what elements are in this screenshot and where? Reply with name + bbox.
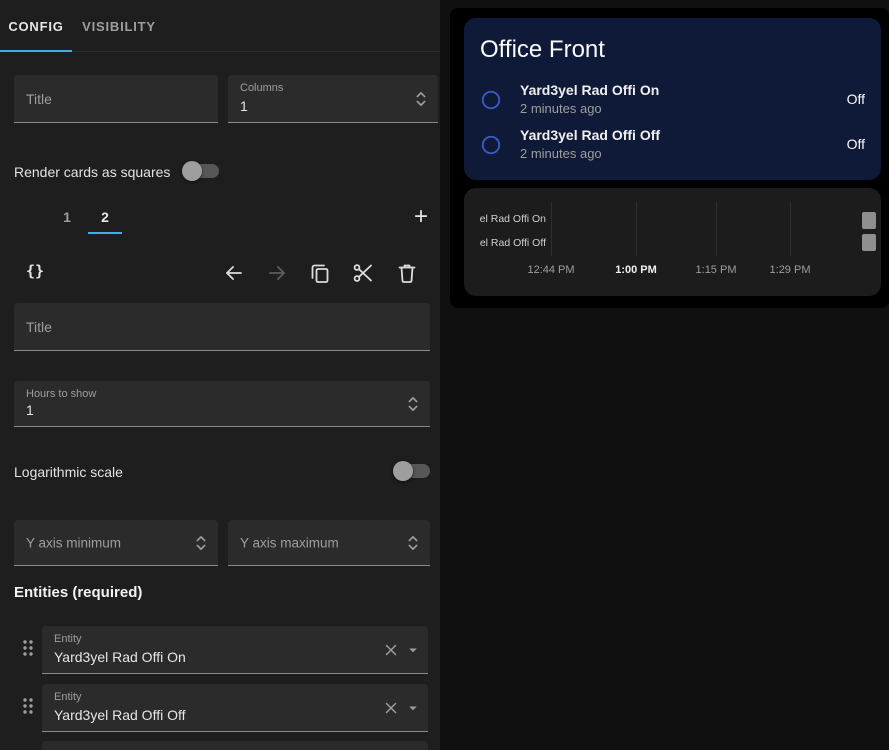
card-preview-panel: Office Front Yard3yel Rad Offi On 2 minu… <box>450 8 889 308</box>
entity-value: Yard3yel Rad Offi On <box>54 649 186 665</box>
tab-config[interactable]: CONFIG <box>0 0 72 52</box>
squares-toggle-thumb <box>182 161 202 181</box>
squares-toggle[interactable] <box>185 164 219 178</box>
entity-row[interactable]: Yard3yel Rad Offi Off 2 minutes ago Off <box>464 123 881 168</box>
columns-select[interactable]: Columns 1 <box>228 75 438 123</box>
history-graph-card-preview: el Rad Offi On el Rad Offi Off 12:44 PM … <box>464 188 881 296</box>
cut-scissors-icon[interactable] <box>351 261 375 285</box>
state-segment-bar <box>862 234 876 251</box>
unfold-more-icon[interactable] <box>410 88 432 110</box>
squares-toggle-label: Render cards as squares <box>14 164 170 180</box>
time-axis-label: 12:44 PM <box>527 264 574 276</box>
y-axis-max-label: Y axis maximum <box>240 535 339 550</box>
hours-to-show-select[interactable]: Hours to show 1 <box>14 381 430 427</box>
caret-down-icon[interactable] <box>404 641 422 659</box>
columns-value: 1 <box>240 98 248 114</box>
entity-row[interactable]: Yard3yel Rad Offi On 2 minutes ago Off <box>464 78 881 123</box>
card-tab-1-label: 1 <box>63 209 71 225</box>
entity-name: Yard3yel Rad Offi Off <box>520 127 660 143</box>
columns-label: Columns <box>240 82 283 94</box>
radio-button-unchecked-icon[interactable] <box>480 89 502 111</box>
grid-line <box>551 202 552 256</box>
grid-line <box>636 202 637 256</box>
entity-picker[interactable]: Entity Yard3yel Rad Offi On <box>42 626 428 674</box>
tab-visibility[interactable]: VISIBILITY <box>72 0 166 52</box>
card-title-input[interactable] <box>14 303 430 350</box>
stack-title-input[interactable] <box>14 75 218 122</box>
entities-card-preview: Office Front Yard3yel Rad Offi On 2 minu… <box>464 18 881 180</box>
card-tab-2[interactable]: 2 <box>88 200 122 234</box>
tab-config-underline <box>0 50 72 52</box>
plus-icon: + <box>414 203 428 230</box>
card-title-field[interactable] <box>14 303 430 351</box>
hours-value: 1 <box>26 402 34 418</box>
delete-trash-icon[interactable] <box>395 261 419 285</box>
radio-button-unchecked-icon[interactable] <box>480 134 502 156</box>
config-panel: CONFIG VISIBILITY Columns 1 Render cards… <box>0 0 440 750</box>
time-axis-label: 1:00 PM <box>615 264 657 276</box>
code-editor-button[interactable]: {} <box>26 262 44 280</box>
caret-down-icon[interactable] <box>404 699 422 717</box>
entity-last-changed: 2 minutes ago <box>520 146 602 161</box>
entities-heading: Entities (required) <box>14 584 142 601</box>
card-tab-1[interactable]: 1 <box>50 200 84 234</box>
log-scale-toggle[interactable] <box>396 464 430 478</box>
tab-visibility-label: VISIBILITY <box>82 19 156 34</box>
card-tab-2-underline <box>88 232 122 234</box>
copy-icon[interactable] <box>308 261 332 285</box>
entity-state[interactable]: Off <box>847 91 865 107</box>
unfold-more-icon[interactable] <box>402 532 424 554</box>
entity-picker[interactable]: Entity Yard3yel Rad Offi Off <box>42 684 428 732</box>
log-scale-label: Logarithmic scale <box>14 464 123 480</box>
entity-last-changed: 2 minutes ago <box>520 101 602 116</box>
grid-line <box>790 202 791 256</box>
tab-config-label: CONFIG <box>8 19 63 34</box>
entity-label: Entity <box>54 633 82 645</box>
grid-line <box>716 202 717 256</box>
card-title: Office Front <box>480 36 605 64</box>
add-card-tab-button[interactable]: + <box>414 203 428 231</box>
unfold-more-icon[interactable] <box>190 532 212 554</box>
stack-title-field[interactable] <box>14 75 218 123</box>
curly-braces-icon: {} <box>26 262 44 280</box>
hours-label: Hours to show <box>26 388 96 400</box>
undo-arrow-icon[interactable] <box>222 261 246 285</box>
entity-state[interactable]: Off <box>847 136 865 152</box>
card-editor-screen: CONFIG VISIBILITY Columns 1 Render cards… <box>0 0 889 750</box>
next-field-peek <box>42 741 428 750</box>
clear-x-icon[interactable] <box>382 641 400 659</box>
entity-label: Entity <box>54 691 82 703</box>
card-tab-2-label: 2 <box>101 209 109 225</box>
state-segment-bar <box>862 212 876 229</box>
time-axis-label: 1:29 PM <box>770 264 811 276</box>
time-axis-label: 1:15 PM <box>696 264 737 276</box>
drag-handle-icon[interactable] <box>16 636 40 660</box>
clear-x-icon[interactable] <box>382 699 400 717</box>
y-axis-min-label: Y axis minimum <box>26 535 121 550</box>
graph-row-label: el Rad Offi Off <box>468 237 546 249</box>
graph-row-label: el Rad Offi On <box>468 213 546 225</box>
entity-name: Yard3yel Rad Offi On <box>520 82 659 98</box>
entity-value: Yard3yel Rad Offi Off <box>54 707 186 723</box>
redo-arrow-icon[interactable] <box>265 261 289 285</box>
editor-tab-bar: CONFIG VISIBILITY <box>0 0 440 52</box>
y-axis-min-select[interactable]: Y axis minimum <box>14 520 218 566</box>
log-scale-toggle-thumb <box>393 461 413 481</box>
drag-handle-icon[interactable] <box>16 694 40 718</box>
unfold-more-icon[interactable] <box>402 393 424 415</box>
y-axis-max-select[interactable]: Y axis maximum <box>228 520 430 566</box>
